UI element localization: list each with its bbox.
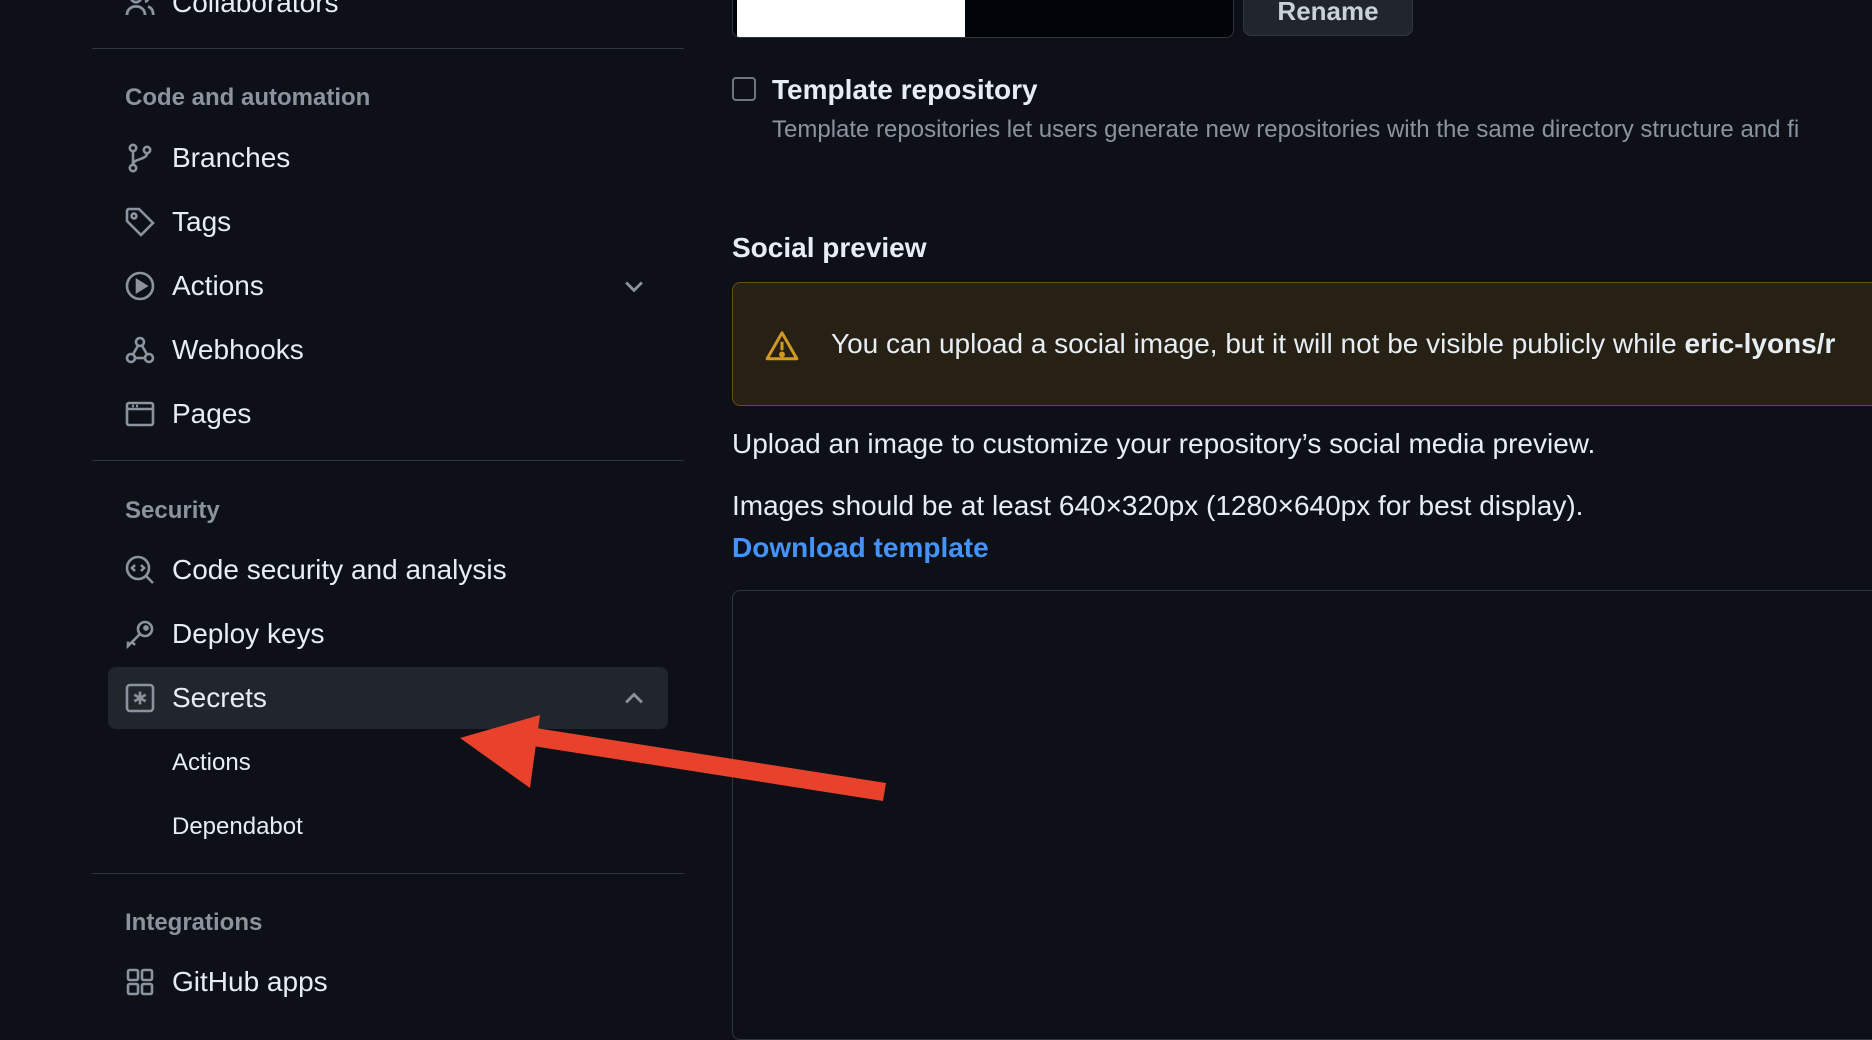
- apps-icon: [124, 966, 156, 998]
- divider: [92, 873, 684, 874]
- template-repository-description: Template repositories let users generate…: [772, 116, 1800, 143]
- section-title-integrations: Integrations: [125, 909, 263, 936]
- divider: [92, 460, 684, 461]
- key-icon: [124, 618, 156, 650]
- sidebar-subitem-secrets-dependabot[interactable]: Dependabot: [108, 799, 668, 855]
- sidebar-subitem-label: Actions: [172, 749, 251, 776]
- git-branch-icon: [124, 142, 156, 174]
- sidebar-item-label: Tags: [172, 206, 232, 237]
- repository-name-input[interactable]: [732, 0, 1234, 38]
- sidebar-item-actions[interactable]: Actions: [108, 255, 668, 317]
- sidebar-item-label: GitHub apps: [172, 966, 328, 997]
- section-title-security: Security: [125, 497, 220, 524]
- sidebar-item-label: Actions: [172, 270, 264, 301]
- sidebar-item-label: Secrets: [172, 682, 267, 713]
- upload-description: Upload an image to customize your reposi…: [732, 428, 1596, 459]
- sidebar-item-label: Deploy keys: [172, 618, 325, 649]
- download-template-link[interactable]: Download template: [732, 532, 989, 564]
- sidebar-item-webhooks[interactable]: Webhooks: [108, 319, 668, 381]
- social-preview-heading: Social preview: [732, 232, 927, 263]
- alert-icon: [765, 329, 799, 363]
- chevron-up-icon[interactable]: [620, 684, 648, 712]
- play-icon: [124, 270, 156, 302]
- sidebar-item-branches[interactable]: Branches: [108, 127, 668, 189]
- sidebar-item-code-security[interactable]: Code security and analysis: [108, 539, 668, 601]
- sidebar-item-tags[interactable]: Tags: [108, 191, 668, 253]
- sidebar-item-label: Branches: [172, 142, 291, 173]
- sidebar-item-deploy-keys[interactable]: Deploy keys: [108, 603, 668, 665]
- redacted-input-value: [737, 0, 965, 37]
- browser-icon: [124, 398, 156, 430]
- codescan-icon: [124, 554, 156, 586]
- tag-icon: [124, 206, 156, 238]
- sidebar-item-github-apps[interactable]: GitHub apps: [108, 951, 668, 1013]
- sidebar-subitem-secrets-actions[interactable]: Actions: [108, 735, 668, 791]
- social-preview-warning: You can upload a social image, but it wi…: [732, 282, 1872, 406]
- template-repository-label[interactable]: Template repository: [772, 74, 1038, 106]
- image-size-description: Images should be at least 640×320px (128…: [732, 490, 1584, 521]
- sidebar-subitem-label: Dependabot: [172, 813, 303, 840]
- section-title-code-automation: Code and automation: [125, 84, 371, 111]
- social-preview-image-area[interactable]: [732, 590, 1872, 1040]
- sidebar-item-label: Pages: [172, 398, 252, 429]
- sidebar-item-label: Code security and analysis: [172, 554, 507, 585]
- template-repository-checkbox[interactable]: [732, 77, 756, 101]
- sidebar-item-label: Webhooks: [172, 334, 304, 365]
- sidebar-item-secrets[interactable]: Secrets: [108, 667, 668, 729]
- warning-repo-name: eric-lyons/r: [1684, 328, 1836, 359]
- warning-text: You can upload a social image, but it wi…: [831, 328, 1836, 359]
- sidebar-item-label: Collaborators: [172, 0, 339, 18]
- people-icon: [124, 0, 156, 19]
- settings-sidebar: Collaborators Code and automation Branch…: [0, 0, 700, 1010]
- asterisk-box-icon: [124, 682, 156, 714]
- rename-button[interactable]: Rename: [1243, 0, 1413, 36]
- settings-main: Rename Template repository Template repo…: [732, 0, 1872, 1040]
- chevron-down-icon[interactable]: [620, 272, 648, 300]
- webhook-icon: [124, 334, 156, 366]
- sidebar-item-pages[interactable]: Pages: [108, 383, 668, 445]
- divider: [92, 48, 684, 49]
- sidebar-item-collaborators[interactable]: Collaborators: [108, 0, 668, 34]
